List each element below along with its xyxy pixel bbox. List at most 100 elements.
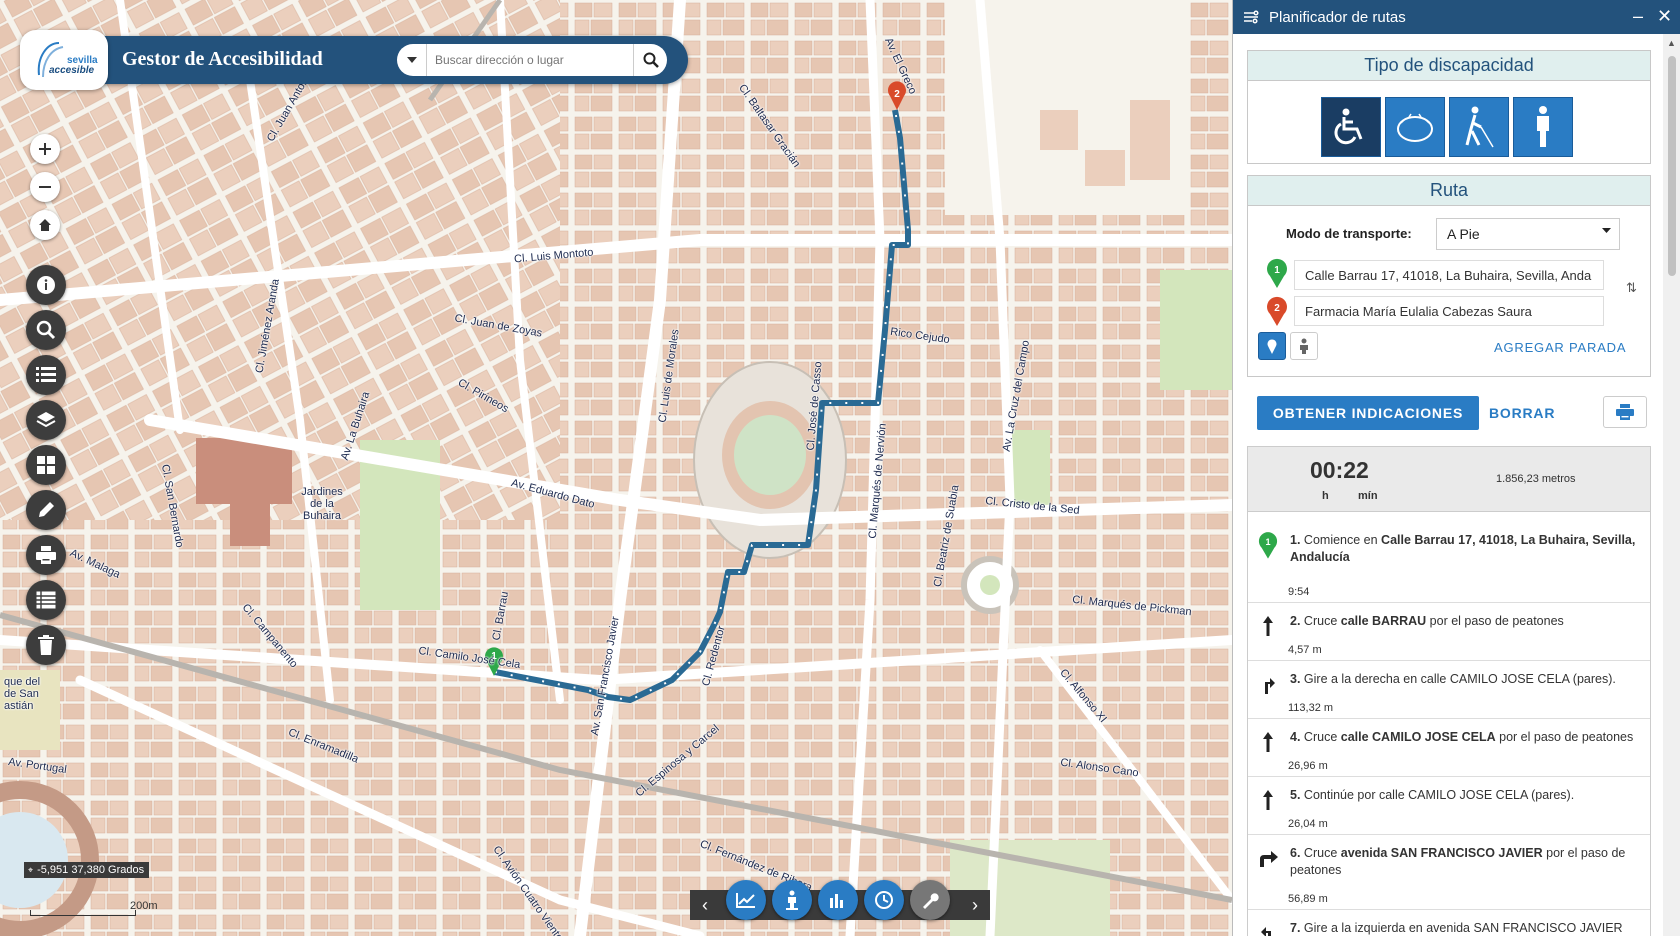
pick-on-map-button[interactable]: [1258, 332, 1286, 360]
step-street: calle CAMILO JOSE CELA: [1340, 730, 1496, 744]
wheelchair-option[interactable]: [1321, 97, 1381, 157]
logo-graphic: sevilla accesible: [37, 42, 98, 78]
direction-step[interactable]: 4. Cruce calle CAMILO JOSE CELA por el p…: [1248, 719, 1650, 777]
minus-icon: [39, 186, 51, 188]
transport-select[interactable]: A Pie: [1436, 218, 1620, 250]
bear-right-icon: [1258, 847, 1278, 869]
wrench-icon: [923, 893, 939, 909]
pedestrian-icon: [1300, 338, 1308, 354]
origin-input[interactable]: Calle Barrau 17, 41018, La Buhaira, Sevi…: [1294, 260, 1604, 290]
search-dropdown-button[interactable]: [397, 44, 427, 76]
general-option[interactable]: [1513, 97, 1573, 157]
search-box[interactable]: [397, 44, 667, 76]
direction-step[interactable]: 3. Gire a la derecha en calle CAMILO JOS…: [1248, 661, 1650, 719]
panel-title: Planificador de rutas: [1269, 8, 1406, 26]
measure-tool-button[interactable]: [26, 490, 66, 530]
statistics-button[interactable]: [818, 880, 858, 920]
printer-icon: [1616, 404, 1634, 420]
close-icon: ✕: [1657, 6, 1673, 26]
layers-tool-button[interactable]: [26, 400, 66, 440]
svg-text:accesible: accesible: [49, 65, 94, 76]
step-text: 2. Cruce calle BARRAU por el paso de pea…: [1290, 613, 1642, 630]
caret-down-icon: [406, 57, 417, 63]
layers-icon: [36, 412, 56, 428]
delete-tool-button[interactable]: [26, 625, 66, 665]
coordinates-readout: ⌖ -5,951 37,380 Grados: [24, 862, 150, 878]
line-chart-icon: [736, 893, 755, 908]
step-distance: 9:54: [1288, 586, 1310, 598]
route-summary: 00:22 h mín 1.856,23 metros: [1247, 446, 1651, 512]
info-tool-button[interactable]: [26, 265, 66, 305]
elevation-profile-button[interactable]: [726, 880, 766, 920]
tools-button[interactable]: [910, 880, 950, 920]
chevron-right-icon: ›: [972, 894, 978, 915]
disability-section: Tipo de discapacidad: [1247, 50, 1651, 164]
chevron-left-icon: ‹: [702, 894, 708, 915]
step-distance: 113,32 m: [1288, 702, 1334, 714]
step-number: 7.: [1290, 921, 1301, 935]
close-button[interactable]: ✕: [1657, 6, 1672, 27]
step-street: avenida SAN FRANCISCO JAVIER: [1340, 846, 1543, 860]
svg-text:1: 1: [1265, 537, 1270, 547]
minutes-label: mín: [1358, 490, 1378, 502]
basemap-tool-button[interactable]: [26, 445, 66, 485]
printer-icon: [36, 546, 56, 564]
table-icon: [36, 591, 56, 609]
caret-down-icon: [1602, 228, 1611, 233]
bar-chart-icon: [830, 894, 843, 908]
table-tool-button[interactable]: [26, 580, 66, 620]
direction-step[interactable]: 7. Gire a la izquierda en avenida SAN FR…: [1248, 910, 1650, 936]
add-stop-button[interactable]: AGREGAR PARADA: [1494, 340, 1626, 355]
destination-input[interactable]: Farmacia María Eulalia Cabezas Saura: [1294, 296, 1604, 326]
direction-step[interactable]: 1 1. Comience en Calle Barrau 17, 41018,…: [1248, 512, 1650, 603]
step-number: 3.: [1290, 672, 1301, 686]
get-directions-button[interactable]: OBTENER INDICACIONES: [1257, 396, 1479, 430]
step-distance: 26,96 m: [1288, 760, 1328, 772]
swap-stops-button[interactable]: ⇅: [1626, 280, 1637, 296]
accessibility-button[interactable]: [772, 880, 812, 920]
zoom-out-button[interactable]: [30, 172, 60, 202]
print-tool-button[interactable]: [26, 535, 66, 575]
search-input[interactable]: [427, 53, 633, 67]
history-button[interactable]: [864, 880, 904, 920]
zoom-in-button[interactable]: [30, 134, 60, 164]
magnifier-icon: [36, 320, 56, 340]
crosshair-icon: ⌖: [28, 865, 34, 875]
grid-icon: [37, 456, 55, 474]
step-instruction: Comience en: [1303, 533, 1382, 547]
direction-step[interactable]: 5. Continúe por calle CAMILO JOSE CELA (…: [1248, 777, 1650, 835]
step-text: 6. Cruce avenida SAN FRANCISCO JAVIER po…: [1290, 845, 1642, 879]
map-pin-icon: [1267, 339, 1277, 354]
list-tool-button[interactable]: [26, 355, 66, 395]
directions-list[interactable]: 1 1. Comience en Calle Barrau 17, 41018,…: [1247, 512, 1651, 936]
step-text: 3. Gire a la derecha en calle CAMILO JOS…: [1290, 671, 1642, 688]
step-number: 6.: [1290, 846, 1301, 860]
scrollbar-thumb[interactable]: [1668, 56, 1676, 276]
blind-option[interactable]: [1449, 97, 1509, 157]
direction-step[interactable]: 2. Cruce calle BARRAU por el paso de pea…: [1248, 603, 1650, 661]
step-text: 1. Comience en Calle Barrau 17, 41018, L…: [1290, 532, 1642, 566]
transport-label: Modo de transporte:: [1286, 226, 1412, 241]
app-logo[interactable]: sevilla accesible: [20, 30, 108, 90]
search-button[interactable]: [633, 44, 667, 76]
disability-header: Tipo de discapacidad: [1248, 51, 1650, 81]
scroll-up-arrow[interactable]: ▲: [1667, 38, 1676, 48]
bottom-toolbar: ‹ ›: [690, 880, 990, 924]
hearing-option[interactable]: [1385, 97, 1445, 157]
home-button[interactable]: [30, 210, 60, 240]
print-route-button[interactable]: [1603, 396, 1647, 428]
turn-right-icon: [1258, 673, 1278, 695]
pick-poi-button[interactable]: [1290, 332, 1318, 360]
direction-step[interactable]: 6. Cruce avenida SAN FRANCISCO JAVIER po…: [1248, 835, 1650, 910]
pedestrian-icon: [786, 890, 798, 910]
toolbar-next-button[interactable]: ›: [962, 890, 988, 920]
origin-pin-icon: 1: [1267, 258, 1287, 288]
panel-scrollbar[interactable]: ▲: [1663, 34, 1680, 936]
toolbar-prev-button[interactable]: ‹: [692, 890, 718, 920]
minimize-button[interactable]: –: [1633, 6, 1643, 27]
step-distance: 56,89 m: [1288, 893, 1328, 905]
clear-button[interactable]: BORRAR: [1489, 405, 1555, 421]
map-view[interactable]: 1 2 Cl. Luis Montoto Cl. Juan de Zoyas C…: [0, 0, 1232, 936]
search-tool-button[interactable]: [26, 310, 66, 350]
hours-label: h: [1322, 490, 1329, 502]
